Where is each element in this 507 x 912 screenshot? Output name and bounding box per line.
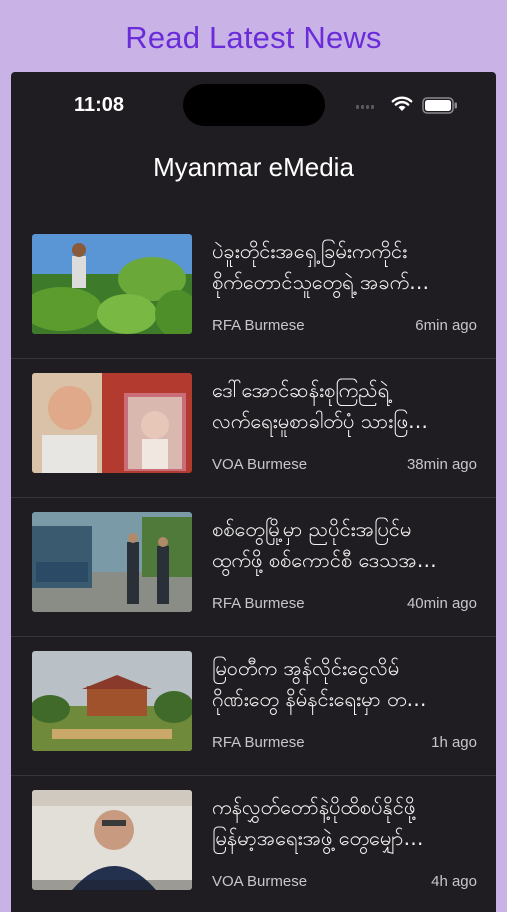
news-headline: စစ်တွေမြို့မှာ ညပိုင်းအပြင်မ ထွက်ဖို့ စစ… [212,517,437,572]
wifi-icon [391,96,413,111]
news-time: 4h ago [431,873,477,890]
news-headline: ဒေါ်အောင်ဆန်းစုကြည်ရဲ့ လက်ရေးမူစာခါတ်ပုံ… [212,378,429,433]
status-time: 11:08 [74,94,125,116]
news-headline: မြဝတီက အွန်လိုင်းငွေလိမ် ဂိုဏ်းတွေ နိမ်န… [212,656,427,711]
dynamic-island [183,84,325,126]
news-thumbnail [32,234,192,334]
news-item[interactable]: ပဲခူးတိုင်းအရှေ့ခြမ်းကကိုင်း စိုက်တောင်သ… [11,220,496,359]
app-title: Myanmar eMedia [153,152,354,182]
phone-screen: 11:08 Myanmar eMedia ပဲခူးတိုင်းအရှေ့ခြမ… [11,72,496,912]
news-source: RFA Burmese [212,595,305,612]
news-headline: ကန်လွှတ်တော်နဲ့ပိုထိစပ်နိုင်ဖို့ မြန်မာ့… [212,795,424,850]
news-thumbnail [32,651,192,751]
banner-title: Read Latest News [125,20,382,55]
news-item[interactable]: ဒေါ်အောင်ဆန်းစုကြည်ရဲ့ လက်ရေးမူစာခါတ်ပုံ… [11,359,496,498]
news-source: RFA Burmese [212,734,305,751]
news-thumbnail [32,790,192,890]
status-bar: 11:08 [11,72,496,142]
news-source: RFA Burmese [212,317,305,334]
news-time: 1h ago [431,734,477,751]
news-time: 6min ago [415,317,477,334]
news-thumbnail [32,373,192,473]
news-item[interactable]: စစ်တွေမြို့မှာ ညပိုင်းအပြင်မ ထွက်ဖို့ စစ… [11,498,496,637]
news-source: VOA Burmese [212,873,308,890]
news-item[interactable]: ကန်လွှတ်တော်နဲ့ပိုထိစပ်နိုင်ဖို့ မြန်မာ့… [11,776,496,912]
news-thumbnail [32,512,192,612]
news-source: VOA Burmese [212,456,308,473]
news-list: ပဲခူးတိုင်းအရှေ့ခြမ်းကကိုင်း စိုက်တောင်သ… [11,220,496,912]
top-banner: Read Latest News [0,0,507,72]
news-time: 38min ago [406,456,477,473]
battery-icon [422,97,457,114]
news-item[interactable]: မြဝတီက အွန်လိုင်းငွေလိမ် ဂိုဏ်းတွေ နိမ်န… [11,637,496,776]
news-headline: ပဲခူးတိုင်းအရှေ့ခြမ်းကကိုင်း စိုက်တောင်သ… [212,239,430,294]
news-time: 40min ago [406,595,477,612]
signal-icon [356,105,374,109]
